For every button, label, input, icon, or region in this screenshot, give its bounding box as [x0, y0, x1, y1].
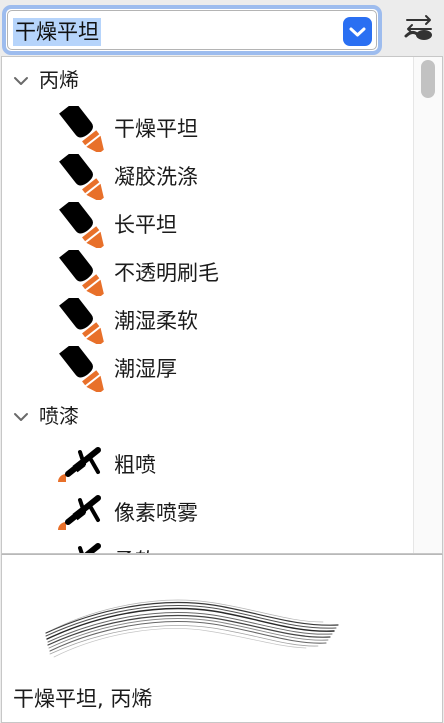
- brush-name: 长平坦: [114, 213, 177, 237]
- brush-name: 干燥平坦: [114, 117, 198, 141]
- brush-stroke-preview: [45, 599, 339, 658]
- swap-arrows-icon: [404, 15, 432, 40]
- paintbrush-icon: [59, 346, 104, 392]
- scrollbar-thumb[interactable]: [421, 60, 435, 98]
- brush-item[interactable]: 潮湿厚: [2, 345, 412, 393]
- brush-preview-panel: 干燥平坦, 丙烯: [1, 554, 443, 723]
- chevron-down-icon[interactable]: [12, 408, 30, 426]
- chevron-down-icon[interactable]: [12, 72, 30, 90]
- dropdown-button[interactable]: [343, 17, 372, 46]
- brush-name: 潮湿厚: [114, 357, 177, 381]
- paintbrush-icon: [59, 250, 104, 296]
- selected-brush-text[interactable]: 干燥平坦: [13, 18, 101, 46]
- scrollbar[interactable]: [413, 57, 442, 553]
- group-label: 丙烯: [39, 68, 79, 92]
- paintbrush-icon: [59, 154, 104, 200]
- brush-item[interactable]: 潮湿柔软: [2, 297, 412, 345]
- paintbrush-icon: [59, 106, 104, 152]
- brush-item[interactable]: 干燥平坦: [2, 105, 412, 153]
- airbrush-icon: [78, 543, 101, 553]
- brush-selector-dropdown[interactable]: 干燥平坦: [2, 5, 382, 55]
- brush-item[interactable]: 柔软: [2, 537, 412, 553]
- brush-item[interactable]: 像素喷雾: [2, 489, 412, 537]
- preview-caption: 干燥平坦, 丙烯: [13, 687, 153, 711]
- group-row-spray[interactable]: 喷漆: [2, 393, 412, 441]
- group-row-acrylic[interactable]: 丙烯: [2, 57, 412, 105]
- paintbrush-icon: [59, 202, 104, 248]
- swap-brush-button[interactable]: [400, 12, 438, 42]
- brush-name: 柔软: [114, 547, 156, 553]
- brush-name: 凝胶洗涤: [114, 165, 198, 189]
- airbrush-icon: [58, 447, 101, 482]
- chevron-down-icon: [349, 27, 366, 37]
- brush-item[interactable]: 凝胶洗涤: [2, 153, 412, 201]
- airbrush-icon: [58, 495, 101, 530]
- brush-name: 像素喷雾: [114, 501, 198, 525]
- brush-name: 不透明刷毛: [114, 261, 219, 285]
- brush-list[interactable]: 丙烯 干燥平坦 凝胶洗涤 长平坦 不透明刷毛 潮湿柔软 潮湿厚 喷漆 粗喷 像素…: [1, 56, 443, 554]
- brush-name: 潮湿柔软: [114, 309, 198, 333]
- brush-toolbar: 干燥平坦: [0, 0, 444, 56]
- brush-selector-field[interactable]: 干燥平坦: [7, 10, 377, 50]
- brush-item[interactable]: 粗喷: [2, 441, 412, 489]
- paintbrush-icon: [59, 298, 104, 344]
- group-label: 喷漆: [39, 404, 79, 428]
- brush-name: 粗喷: [114, 453, 156, 477]
- brush-item[interactable]: 长平坦: [2, 201, 412, 249]
- brush-item[interactable]: 不透明刷毛: [2, 249, 412, 297]
